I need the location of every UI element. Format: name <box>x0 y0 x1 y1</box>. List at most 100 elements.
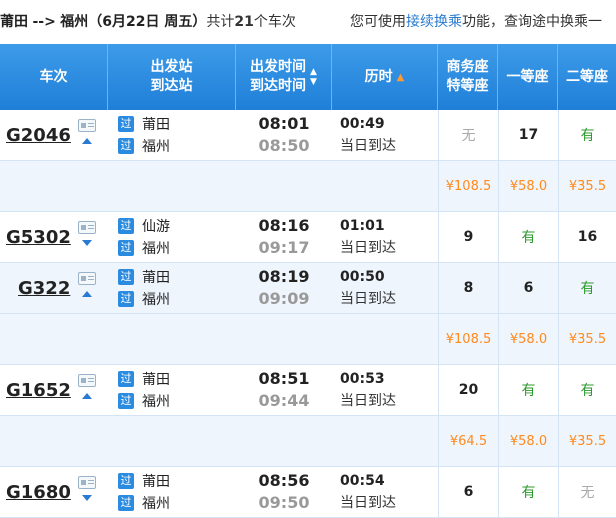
to-station: 福州 <box>142 139 170 155</box>
ticket-info-icon[interactable] <box>78 374 96 387</box>
train-no-cell: G1652 <box>0 365 108 415</box>
duration: 00:49 <box>340 116 385 132</box>
business-seat-cell: 无 <box>438 110 498 160</box>
chevron-up-icon[interactable] <box>82 138 92 144</box>
arrival-time: 09:17 <box>258 238 310 257</box>
search-summary-bar: 莆田 --> 福州（6月22日 周五）共计21个车次 您可使用接续换乘功能，查询… <box>0 0 616 44</box>
from-station: 莆田 <box>142 474 170 490</box>
train-number-link[interactable]: G1680 <box>6 482 71 503</box>
first-class-seat: 17 <box>518 127 539 143</box>
header-duration[interactable]: 历时 ▲ <box>332 44 438 110</box>
times-cell: 08:01 08:50 <box>236 110 332 160</box>
header-first-class: 一等座 <box>498 44 558 110</box>
business-price: ¥108.5 <box>445 331 492 347</box>
pass-badge: 过 <box>118 269 134 285</box>
first-class-price: ¥58.0 <box>509 331 548 347</box>
first-class-cell: 17 <box>498 110 558 160</box>
business-seat-cell: 20 <box>438 365 498 415</box>
pass-badge: 过 <box>118 116 134 132</box>
train-no-cell: G5302 <box>0 212 108 262</box>
business-seat-cell: 6 <box>438 467 498 517</box>
sort-up-icon[interactable]: ▲ <box>397 68 405 87</box>
train-number-link[interactable]: G5302 <box>6 227 71 248</box>
pass-badge: 过 <box>118 393 134 409</box>
business-seat-cell: 8 <box>438 263 498 313</box>
departure-time: 08:51 <box>258 369 310 388</box>
header-second-class: 二等座 <box>566 68 608 85</box>
business-seat: 20 <box>458 382 479 398</box>
route-summary: 莆田 --> 福州（6月22日 周五）共计21个车次 <box>0 11 296 31</box>
first-class-price: ¥58.0 <box>509 433 548 449</box>
second-class-seat: 有 <box>580 383 595 399</box>
business-seat: 无 <box>461 128 476 144</box>
to-station: 福州 <box>142 394 170 410</box>
header-stations: 出发站 到达站 <box>108 44 236 110</box>
times-cell: 08:56 09:50 <box>236 467 332 517</box>
second-class-price: ¥35.5 <box>568 178 607 194</box>
chevron-up-icon[interactable] <box>82 291 92 297</box>
first-price-cell: ¥58.0 <box>498 416 558 466</box>
duration-cell: 01:01 当日到达 <box>332 212 438 262</box>
times-cell: 08:16 09:17 <box>236 212 332 262</box>
transfer-link[interactable]: 接续换乘 <box>406 14 462 30</box>
duration: 01:01 <box>340 218 385 234</box>
arrival-time: 09:09 <box>258 289 310 308</box>
pass-badge: 过 <box>118 138 134 154</box>
second-class-price: ¥35.5 <box>568 433 607 449</box>
from-station-name: 莆田 <box>0 14 28 30</box>
travel-date: （6月22日 周五） <box>88 14 207 30</box>
arrival-day: 当日到达 <box>340 393 396 409</box>
train-number-link[interactable]: G2046 <box>6 125 71 146</box>
duration-cell: 00:53 当日到达 <box>332 365 438 415</box>
chevron-down-icon[interactable] <box>82 240 92 246</box>
table-row: G1680 过莆田 过福州 08:56 09:50 00:54 当日到达 6 有… <box>0 467 616 518</box>
business-seat: 6 <box>463 484 474 500</box>
price-row: ¥64.5 ¥58.0 ¥35.5 <box>0 416 616 467</box>
arrival-time: 09:50 <box>258 493 310 512</box>
arrival-time: 08:50 <box>258 136 310 155</box>
train-no-cell: G2046 <box>0 110 108 160</box>
to-station: 福州 <box>142 292 170 308</box>
from-station: 仙游 <box>142 219 170 235</box>
from-station: 莆田 <box>142 372 170 388</box>
ticket-info-icon[interactable] <box>78 476 96 489</box>
ticket-info-icon[interactable] <box>78 272 96 285</box>
pass-badge: 过 <box>118 291 134 307</box>
pass-badge: 过 <box>118 495 134 511</box>
first-class-cell: 有 <box>498 467 558 517</box>
chevron-up-icon[interactable] <box>82 393 92 399</box>
stations-cell: 过莆田 过福州 <box>118 263 236 313</box>
train-number-link[interactable]: G1652 <box>6 380 71 401</box>
first-class-seat: 有 <box>521 230 536 246</box>
stations-cell: 过莆田 过福州 <box>118 365 236 415</box>
stations-cell: 过莆田 过福州 <box>118 467 236 517</box>
chevron-down-icon[interactable] <box>82 495 92 501</box>
train-number-link[interactable]: G322 <box>18 278 70 299</box>
first-class-price: ¥58.0 <box>509 178 548 194</box>
business-price: ¥64.5 <box>449 433 488 449</box>
business-price-cell: ¥108.5 <box>438 314 498 364</box>
arrival-day: 当日到达 <box>340 138 396 154</box>
count-prefix: 共计 <box>206 14 235 30</box>
second-price-cell: ¥35.5 <box>558 416 616 466</box>
to-station: 福州 <box>142 241 170 257</box>
business-seat-cell: 9 <box>438 212 498 262</box>
second-class-seat: 无 <box>580 485 595 501</box>
business-price-cell: ¥64.5 <box>438 416 498 466</box>
second-class-cell: 有 <box>558 263 616 313</box>
sort-arrows-icon[interactable]: ▲ ▼ <box>310 67 317 87</box>
times-cell: 08:19 09:09 <box>236 263 332 313</box>
second-class-cell: 16 <box>558 212 616 262</box>
second-class-cell: 有 <box>558 365 616 415</box>
to-station-name: 福州 <box>60 14 89 30</box>
second-class-seat: 有 <box>580 281 595 297</box>
header-times[interactable]: 出发时间 到达时间 ▲ ▼ <box>236 44 332 110</box>
arrival-day: 当日到达 <box>340 240 396 256</box>
route-arrow: --> <box>32 14 56 30</box>
ticket-info-icon[interactable] <box>78 119 96 132</box>
transfer-hint: 您可使用接续换乘功能，查询途中换乘一 <box>350 11 602 31</box>
ticket-info-icon[interactable] <box>78 221 96 234</box>
departure-time: 08:19 <box>258 267 310 286</box>
to-station: 福州 <box>142 496 170 512</box>
hint-suffix: 功能，查询途中换乘一 <box>462 14 602 30</box>
